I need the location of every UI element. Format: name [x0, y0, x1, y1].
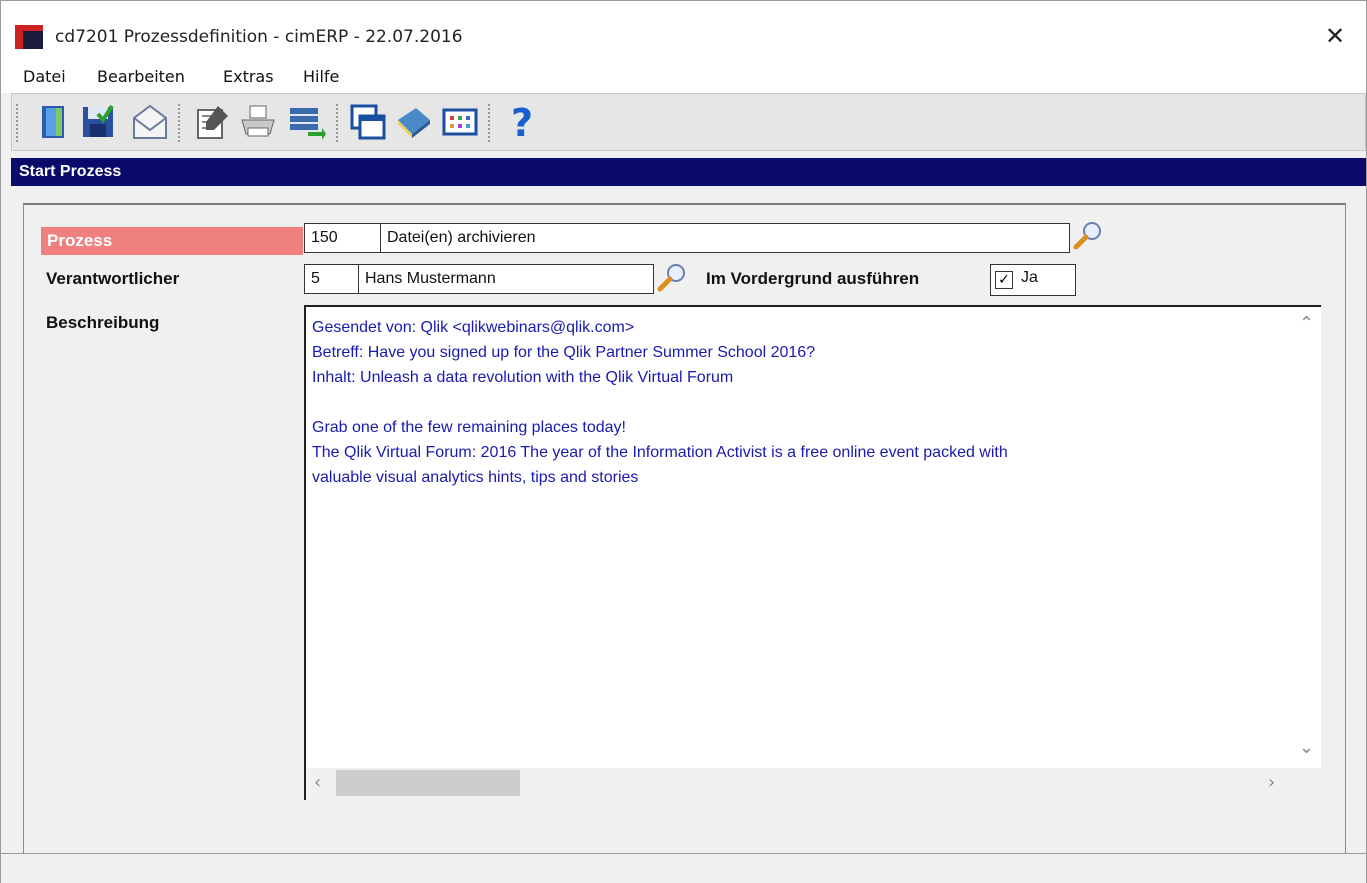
transfer-list-icon[interactable]	[286, 102, 326, 142]
scroll-up-icon[interactable]: ⌃	[1299, 313, 1314, 334]
beschreibung-label: Beschreibung	[46, 313, 160, 332]
prozess-label: Prozess	[41, 227, 303, 255]
section-header: Start Prozess	[11, 158, 1366, 186]
form-panel: Prozess 150 Datei(en) archivieren Verant…	[23, 203, 1346, 858]
verantwortlicher-label: Verantwortlicher	[46, 269, 180, 288]
app-logo-icon	[15, 25, 43, 49]
beschreibung-line	[312, 390, 1282, 415]
close-button[interactable]: ✕	[1318, 19, 1352, 53]
beschreibung-line: Inhalt: Unleash a data revolution with t…	[312, 369, 734, 386]
windows-icon[interactable]	[348, 102, 388, 142]
print-icon[interactable]	[238, 102, 278, 142]
beschreibung-line: Gesendet von: Qlik <qlikwebinars@qlik.co…	[312, 319, 635, 336]
toolbar-separator-2	[336, 104, 340, 142]
horizontal-scrollbar[interactable]: ‹ ›	[306, 768, 1321, 800]
toolbar-grip[interactable]	[16, 104, 20, 142]
exit-door-icon[interactable]	[34, 102, 74, 142]
prozess-name-field[interactable]: Datei(en) archivieren	[380, 223, 1070, 253]
verantwortlicher-name-field[interactable]: Hans Mustermann	[358, 264, 654, 294]
scroll-left-icon[interactable]: ‹	[314, 772, 321, 793]
menu-hilfe[interactable]: Hilfe	[303, 67, 339, 86]
beschreibung-line: Grab one of the few remaining places tod…	[312, 419, 626, 436]
verantwortlicher-id-field[interactable]: 5	[304, 264, 360, 294]
menu-bar: Datei Bearbeiten Extras Hilfe	[1, 61, 1366, 93]
edit-document-icon[interactable]	[192, 102, 232, 142]
menu-extras[interactable]: Extras	[223, 67, 274, 86]
svg-text:?: ?	[511, 102, 533, 142]
toolbar-separator-3	[488, 104, 492, 142]
beschreibung-text: Gesendet von: Qlik <qlikwebinars@qlik.co…	[312, 315, 1282, 490]
scroll-right-icon[interactable]: ›	[1268, 772, 1275, 793]
vordergrund-checkbox-field: ✓ Ja	[990, 264, 1076, 296]
menu-datei[interactable]: Datei	[23, 67, 66, 86]
horizontal-scroll-thumb[interactable]	[336, 770, 520, 796]
scroll-down-icon[interactable]: ⌄	[1299, 737, 1314, 758]
save-icon[interactable]	[78, 102, 118, 142]
menu-bearbeiten[interactable]: Bearbeiten	[97, 67, 185, 86]
beschreibung-line: Betreff: Have you signed up for the Qlik…	[312, 344, 816, 361]
beschreibung-line: The Qlik Virtual Forum: 2016 The year of…	[312, 444, 1008, 461]
beschreibung-line: valuable visual analytics hints, tips an…	[312, 469, 639, 486]
book-icon[interactable]	[394, 102, 434, 142]
title-bar: cd7201 Prozessdefinition - cimERP - 22.0…	[1, 1, 1366, 61]
vertical-scrollbar[interactable]: ⌃ ⌄	[1291, 307, 1321, 769]
vordergrund-checkbox[interactable]: ✓	[995, 271, 1013, 289]
help-icon[interactable]: ?	[502, 101, 542, 145]
vordergrund-label: Im Vordergrund ausführen	[706, 269, 920, 288]
toolbar-separator	[178, 104, 182, 142]
prozess-search-icon[interactable]	[1072, 219, 1104, 251]
app-window: cd7201 Prozessdefinition - cimERP - 22.0…	[0, 0, 1367, 883]
beschreibung-textarea[interactable]: Gesendet von: Qlik <qlikwebinars@qlik.co…	[304, 305, 1321, 800]
prozess-id-field[interactable]: 150	[304, 223, 382, 253]
vordergrund-value-label: Ja	[1021, 269, 1038, 286]
table-grid-icon[interactable]	[440, 102, 480, 142]
mail-icon[interactable]	[130, 102, 170, 142]
window-title: cd7201 Prozessdefinition - cimERP - 22.0…	[55, 27, 463, 47]
status-bar	[1, 853, 1366, 883]
toolbar: ?	[11, 93, 1366, 151]
verantwortlicher-search-icon[interactable]	[656, 261, 688, 293]
